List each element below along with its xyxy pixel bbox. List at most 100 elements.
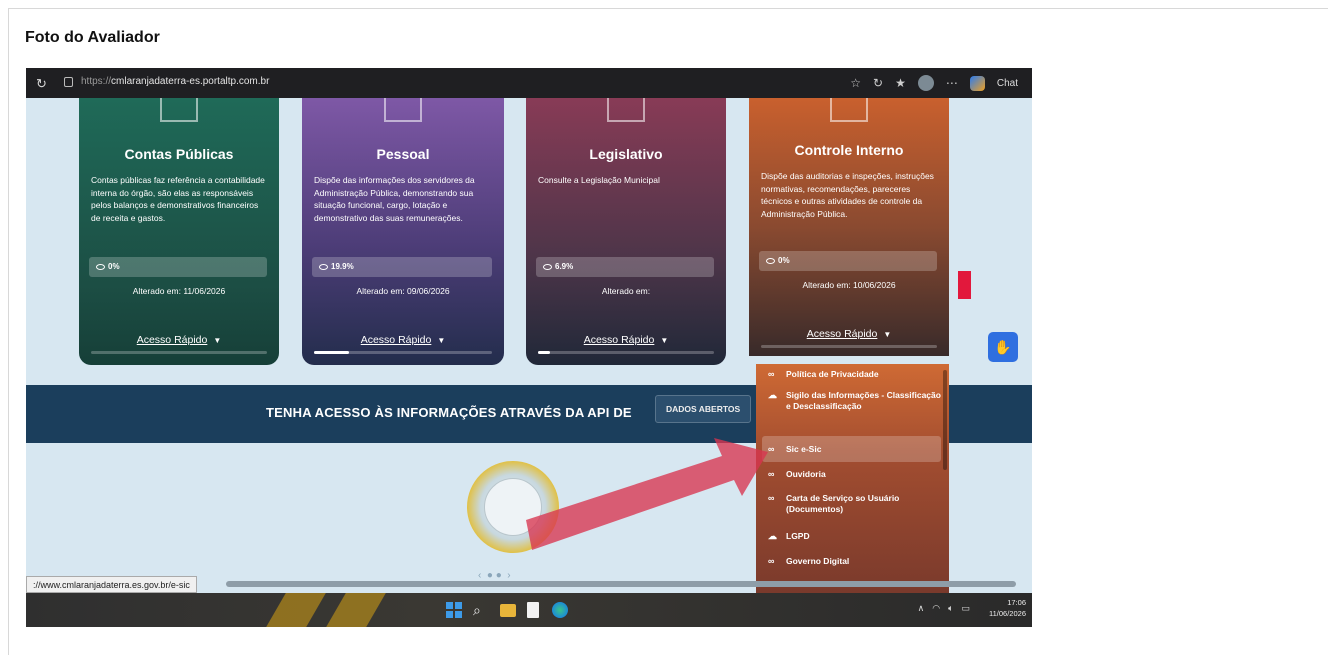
volume-icon[interactable]: 🔈︎ [948, 603, 953, 614]
card-controle-interno: Controle Interno Dispõe das auditorias e… [749, 98, 949, 356]
card-title: Contas Públicas [124, 146, 234, 162]
notepad-icon[interactable] [527, 602, 539, 618]
card-progress [314, 351, 492, 354]
eye-icon [543, 263, 552, 270]
stat-value: 0% [778, 256, 790, 265]
card-stat: 0% [759, 251, 937, 271]
item-label: Sic e-Sic [786, 444, 822, 454]
item-label: Ouvidoria [786, 469, 826, 479]
card-changed: Alterado em: 11/06/2026 [132, 286, 226, 296]
clock-time: 17:06 [1007, 598, 1026, 607]
chat-label[interactable]: Chat [997, 78, 1018, 89]
more-icon[interactable]: ⋯ [946, 76, 958, 90]
stat-value: 19.9% [331, 262, 354, 271]
chevron-up-icon[interactable]: ∧ [918, 603, 925, 614]
status-url: ://www.cmlaranjadaterra.es.gov.br/e-sic [26, 576, 197, 593]
item-label: Política de Privacidade [786, 369, 879, 379]
quick-access-link-open[interactable]: Acesso Rápido ▼ [749, 328, 949, 340]
card-progress [761, 345, 937, 348]
copilot-icon[interactable] [969, 75, 985, 91]
seal-inner [484, 478, 542, 536]
item-label: LGPD [786, 531, 810, 541]
carousel-controls[interactable]: ‹ ● ● › [478, 570, 511, 581]
toolbar-icons: ☆ ↻ ★ ⋯ Chat [850, 75, 1018, 91]
favorite-star-icon[interactable]: ☆ [850, 76, 861, 90]
card-changed: Alterado em: [601, 286, 651, 296]
profile-avatar[interactable] [917, 75, 934, 91]
vlibras-hand-icon: ✋ [994, 339, 1012, 355]
card-stat: 6.9% [536, 257, 714, 277]
reload-icon[interactable]: ↻ [36, 76, 47, 92]
clock-date: 11/06/2026 [989, 609, 1026, 618]
accessibility-button[interactable]: ✋ [988, 332, 1018, 362]
horizontal-scrollbar[interactable] [226, 581, 1016, 587]
quick-access-link[interactable]: Acesso Rápido ▼ [302, 334, 504, 346]
card-stat: 0% [89, 257, 267, 277]
screenshot: ↻ https://cmlaranjadaterra-es.portaltp.c… [26, 68, 1032, 627]
card-progress [538, 351, 714, 354]
card-contas-publicas: Contas Públicas Contas públicas faz refe… [79, 98, 279, 365]
quick-label: Acesso Rápido [360, 334, 432, 346]
start-tile [455, 611, 462, 618]
search-icon[interactable]: ⌕ [473, 602, 489, 618]
start-tile [446, 611, 453, 618]
quick-label: Acesso Rápido [583, 334, 655, 346]
item-label: Governo Digital [786, 556, 850, 566]
url-protocol: https:// [81, 76, 112, 87]
portal-page: Contas Públicas Contas públicas faz refe… [26, 98, 1032, 593]
quick-access-dropdown: ∞ Política de Privacidade ☁ Sigilo das Inf… [756, 364, 949, 593]
progress-fill [538, 351, 551, 354]
item-label: Sigilo das Informações - Classificação e… [786, 390, 941, 411]
windows-taskbar: ⌕ ∧ ◠ 🔈︎ ▭ 17:06 11/06/2026 [26, 593, 1032, 627]
annotation-red-marker [958, 271, 971, 299]
legislativo-icon [607, 98, 645, 122]
favorites-icon[interactable]: ★ [895, 76, 906, 90]
card-legislativo: Legislativo Consulte a Legislação Munici… [526, 98, 726, 365]
dados-abertos-button[interactable]: DADOS ABERTOS [655, 395, 752, 423]
battery-icon[interactable]: ▭ [961, 603, 970, 614]
card-description: Consulte a Legislação Municipal [538, 175, 660, 185]
dropdown-scrollbar[interactable] [943, 370, 947, 470]
address-bar[interactable]: https://cmlaranjadaterra-es.portaltp.com… [81, 76, 269, 87]
card-stat: 19.9% [312, 257, 492, 277]
edge-browser-icon[interactable] [552, 602, 568, 618]
contas-icon [160, 98, 198, 122]
eye-icon [319, 263, 328, 270]
stat-value: 6.9% [555, 262, 574, 271]
pessoal-icon [384, 98, 422, 122]
cloud-icon: ☁ [768, 531, 777, 541]
card-description: Contas públicas faz referência a contabi… [91, 175, 265, 223]
windows-start-icon[interactable] [446, 602, 462, 618]
file-explorer-icon[interactable] [500, 604, 516, 617]
progress-fill [314, 351, 350, 354]
card-progress [91, 351, 267, 354]
stat-value: 0% [108, 262, 120, 271]
quick-access-link[interactable]: Acesso Rápido ▼ [79, 334, 279, 346]
start-tile [455, 602, 462, 609]
card-title: Pessoal [376, 146, 430, 162]
card-title: Controle Interno [794, 142, 904, 158]
clock[interactable]: 17:06 11/06/2026 [989, 597, 1026, 619]
link-icon: ∞ [768, 444, 775, 454]
evidence-title: Foto do Avaliador [25, 29, 160, 46]
banner-text: TENHA ACESSO ÀS INFORMAÇÕES ATRAVÉS DA A… [266, 405, 632, 420]
card-description: Dispõe das auditorias e inspeções, instr… [761, 171, 934, 219]
wallpaper-stripe [326, 593, 386, 627]
quick-access-link[interactable]: Acesso Rápido ▼ [526, 334, 726, 346]
quick-label: Acesso Rápido [806, 328, 878, 340]
start-tile [446, 602, 453, 609]
browser-toolbar: ↻ https://cmlaranjadaterra-es.portaltp.c… [26, 68, 1032, 98]
card-changed: Alterado em: 09/06/2026 [356, 286, 450, 296]
transparency-seal[interactable] [467, 461, 559, 553]
link-icon: ∞ [768, 369, 775, 379]
lock-icon [64, 77, 73, 87]
card-description: Dispõe das informações dos servidores da… [314, 175, 475, 223]
card-title: Legislativo [589, 146, 663, 162]
wallpaper-stripe [266, 593, 326, 627]
wifi-icon[interactable]: ◠ [932, 603, 940, 614]
refresh-extension-icon[interactable]: ↻ [873, 76, 883, 90]
quick-label: Acesso Rápido [136, 334, 208, 346]
system-tray[interactable]: ∧ ◠ 🔈︎ ▭ [918, 603, 970, 614]
controle-icon [830, 98, 868, 122]
card-changed: Alterado em: 10/06/2026 [802, 280, 896, 290]
